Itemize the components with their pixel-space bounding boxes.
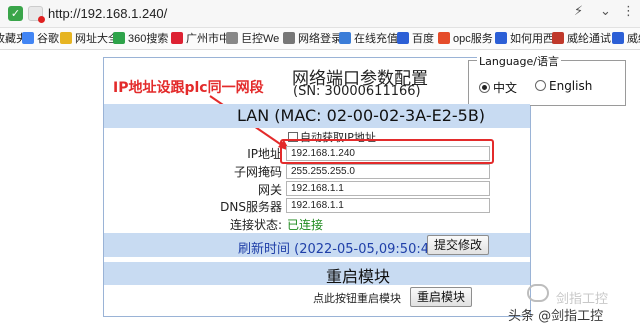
gateway-label: 网关 xyxy=(257,183,282,197)
dns-label: DNS服务器 xyxy=(220,200,282,214)
lan-section-header: LAN (MAC: 02-00-02-3A-E2-5B) xyxy=(104,104,530,128)
refresh-time: 刷新时间 (2022-05-05,09:50:49) xyxy=(238,242,443,257)
ip-label: IP地址 xyxy=(247,147,282,161)
status-label: 连接状态: xyxy=(229,218,282,232)
lan-title: LAN (MAC: 02-00-02-3A-E2-5B) xyxy=(237,106,486,125)
status-badge: 已连接 xyxy=(287,218,324,232)
reboot-section-header: 重启模块 xyxy=(104,262,530,286)
dns-server-field[interactable]: 192.168.1.1 xyxy=(286,198,490,213)
reboot-hint: 点此按钮重启模块 xyxy=(313,292,401,305)
reboot-button[interactable]: 重启模块 xyxy=(410,287,473,307)
gateway-field[interactable]: 192.168.1.1 xyxy=(286,181,490,196)
watermark-logo-icon xyxy=(527,284,549,302)
highlight-box xyxy=(280,139,494,164)
reboot-title: 重启模块 xyxy=(326,267,391,286)
submit-button[interactable]: 提交修改 xyxy=(427,235,490,255)
watermark: 头条 @剑指工控 xyxy=(508,309,604,324)
subnet-mask-field[interactable]: 255.255.255.0 xyxy=(286,164,490,179)
subnet-label: 子网掩码 xyxy=(233,165,282,179)
